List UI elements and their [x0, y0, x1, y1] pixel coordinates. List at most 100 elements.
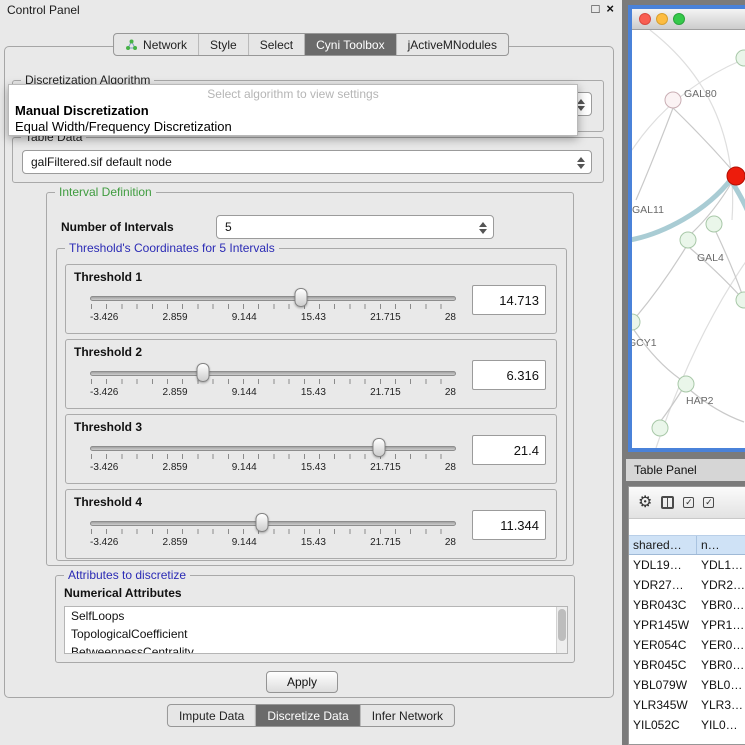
list-scrollbar[interactable]	[556, 607, 567, 653]
slider-thumb[interactable]	[256, 513, 269, 532]
tab-style[interactable]: Style	[198, 34, 248, 55]
close-button[interactable]	[639, 13, 651, 25]
network-node[interactable]	[632, 314, 640, 330]
table-row[interactable]: YBR043C YBR0…	[629, 595, 745, 615]
slider-thumb[interactable]	[197, 363, 210, 382]
threshold-2-label: Threshold 2	[74, 345, 142, 359]
tab-cyni-toolbox[interactable]: Cyni Toolbox	[304, 34, 395, 55]
stepper-icon[interactable]	[574, 155, 587, 171]
select-all-checkbox-icon[interactable]: ✓	[683, 497, 694, 508]
tab-jactivemnodules[interactable]: jActiveMNodules	[396, 34, 508, 55]
table-row[interactable]: YLR345W YLR3…	[629, 695, 745, 715]
columns-icon[interactable]	[661, 496, 674, 509]
table-cell[interactable]: YDR2…	[697, 575, 745, 595]
scale-label: 2.859	[163, 312, 188, 323]
table-cell[interactable]: YDL19…	[629, 555, 697, 575]
tab-jactivemnodules-label: jActiveMNodules	[408, 38, 497, 52]
table-cell[interactable]: YLR3…	[697, 695, 745, 715]
select-visible-checkbox-icon[interactable]: ✓	[703, 497, 714, 508]
minimize-button[interactable]	[656, 13, 668, 25]
scale-label: 21.715	[370, 462, 401, 473]
popup-option-equal-width[interactable]: Equal Width/Frequency Discretization	[9, 119, 577, 135]
network-node[interactable]	[652, 420, 668, 436]
apply-button[interactable]: Apply	[266, 671, 338, 693]
scale-label: 21.715	[370, 537, 401, 548]
tab-network[interactable]: Network	[114, 34, 198, 55]
network-node[interactable]	[706, 216, 722, 232]
scale-label: 21.715	[370, 387, 401, 398]
threshold-4-value-field[interactable]: 11.344	[472, 510, 546, 540]
scale-label: -3.426	[90, 537, 118, 548]
network-node-selected[interactable]	[727, 167, 745, 185]
table-cell[interactable]: YER0…	[697, 635, 745, 655]
table-row[interactable]: YER054C YER0…	[629, 635, 745, 655]
number-of-intervals-combo[interactable]: 5	[216, 215, 494, 239]
tab-discretize-data[interactable]: Discretize Data	[255, 705, 359, 726]
network-window-titlebar[interactable]	[632, 9, 745, 30]
table-cell[interactable]: YER054C	[629, 635, 697, 655]
table-row[interactable]: YBL079W YBL0…	[629, 675, 745, 695]
table-row[interactable]: YPR145W YPR1…	[629, 615, 745, 635]
table-cell[interactable]: YLR345W	[629, 695, 697, 715]
threshold-2-value-field[interactable]: 6.316	[472, 360, 546, 390]
table-cell[interactable]: YBR045C	[629, 655, 697, 675]
table-row[interactable]: YDL19… YDL1…	[629, 555, 745, 575]
tab-select[interactable]: Select	[248, 34, 304, 55]
table-cell[interactable]: YDL1…	[697, 555, 745, 575]
network-node[interactable]	[736, 292, 745, 308]
table-cell[interactable]: YBR0…	[697, 655, 745, 675]
slider-thumb[interactable]	[295, 288, 308, 307]
table-cell[interactable]: YPR145W	[629, 615, 697, 635]
table-data-combo-value: galFiltered.sif default node	[31, 155, 172, 169]
table-cell[interactable]: YIL052C	[629, 715, 697, 735]
slider-track[interactable]	[90, 446, 456, 451]
table-row[interactable]: YBR045C YBR0…	[629, 655, 745, 675]
threshold-2-slider[interactable]: -3.426 2.859 9.144 15.43 21.715 28	[90, 362, 456, 402]
slider-track[interactable]	[90, 371, 456, 376]
threshold-3-slider[interactable]: -3.426 2.859 9.144 15.43 21.715 28	[90, 437, 456, 477]
table-panel-window: ⚙ ✓ ✓ shared… n… YDL19… YDL1… YDR27… YDR…	[628, 486, 745, 745]
table-cell[interactable]: YBR043C	[629, 595, 697, 615]
slider-scale: -3.426 2.859 9.144 15.43 21.715 28	[90, 312, 456, 323]
popup-option-manual-discretization[interactable]: Manual Discretization	[9, 103, 577, 119]
list-item-betweennesscentrality[interactable]: BetweennessCentrality	[65, 643, 567, 654]
table-cell[interactable]: YPR1…	[697, 615, 745, 635]
slider-thumb[interactable]	[373, 438, 386, 457]
tab-impute-data[interactable]: Impute Data	[168, 705, 255, 726]
table-row[interactable]: YIL052C YIL0…	[629, 715, 745, 735]
table-cell[interactable]: YDR27…	[629, 575, 697, 595]
threshold-3-value-field[interactable]: 21.4	[472, 435, 546, 465]
network-node[interactable]	[665, 92, 681, 108]
table-cell[interactable]: YIL0…	[697, 715, 745, 735]
float-window-icon[interactable]: □	[592, 1, 600, 16]
slider-track[interactable]	[90, 296, 456, 301]
slider-track[interactable]	[90, 521, 456, 526]
network-canvas[interactable]: GAL80 GAL11 GAL4 GCY1 HAP2	[632, 30, 745, 448]
list-item-topologicalcoefficient[interactable]: TopologicalCoefficient	[65, 625, 567, 643]
gear-icon[interactable]: ⚙	[638, 495, 652, 511]
table-cell[interactable]: YBL0…	[697, 675, 745, 695]
network-node[interactable]	[678, 376, 694, 392]
close-window-icon[interactable]: ×	[606, 1, 614, 16]
column-header-shared[interactable]: shared…	[629, 536, 697, 554]
zoom-button[interactable]	[673, 13, 685, 25]
table-row[interactable]: YDR27… YDR2…	[629, 575, 745, 595]
threshold-1-slider[interactable]: -3.426 2.859 9.144 15.43 21.715 28	[90, 287, 456, 327]
table-cell[interactable]: YBR0…	[697, 595, 745, 615]
threshold-1-value-field[interactable]: 14.713	[472, 285, 546, 315]
scrollbar-thumb[interactable]	[558, 609, 566, 641]
network-edges	[634, 108, 744, 422]
column-header-name[interactable]: n…	[697, 536, 745, 554]
scale-label: 28	[445, 537, 456, 548]
bottom-tab-bar: Impute Data Discretize Data Infer Networ…	[167, 704, 455, 727]
threshold-4-slider[interactable]: -3.426 2.859 9.144 15.43 21.715 28	[90, 512, 456, 552]
table-data-combo[interactable]: galFiltered.sif default node	[22, 150, 592, 174]
slider-ticks	[91, 529, 456, 534]
table-cell[interactable]: YBL079W	[629, 675, 697, 695]
network-node[interactable]	[736, 50, 745, 66]
stepper-icon[interactable]	[476, 220, 489, 236]
list-item-selfloops[interactable]: SelfLoops	[65, 607, 567, 625]
tab-infer-network[interactable]: Infer Network	[360, 705, 454, 726]
attributes-group: Attributes to discretize Numerical Attri…	[55, 575, 575, 663]
network-node[interactable]	[680, 232, 696, 248]
